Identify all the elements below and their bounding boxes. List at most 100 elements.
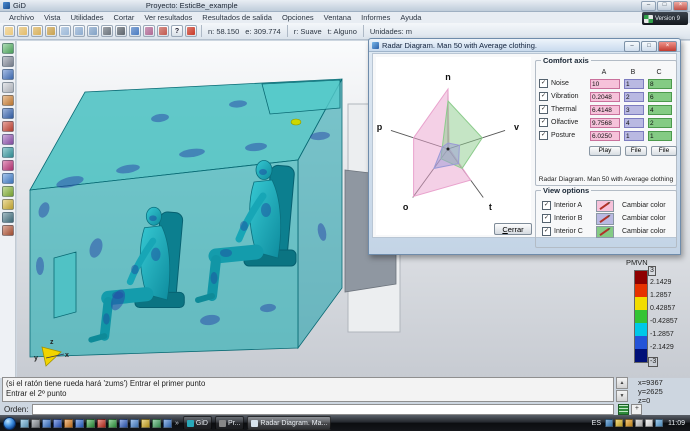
conditions-tool-icon[interactable]: [2, 199, 14, 210]
cerrar-button[interactable]: Cerrar: [494, 223, 532, 235]
quicklaunch-icon[interactable]: [75, 419, 84, 428]
zoom-in-icon[interactable]: [59, 25, 71, 37]
value-cell-a-posture[interactable]: 6.0250: [590, 131, 620, 141]
start-button[interactable]: [3, 417, 16, 430]
value-cell-a-olfactive[interactable]: 9.7568: [590, 118, 620, 128]
value-cell-c-vibration[interactable]: 6: [648, 92, 672, 102]
task-button-pr-[interactable]: Pr...: [215, 416, 244, 430]
quicklaunch-icon[interactable]: [108, 419, 117, 428]
file-button-b[interactable]: File: [625, 146, 647, 156]
tray-icon[interactable]: [605, 419, 613, 427]
quicklaunch-overflow-chevron[interactable]: »: [175, 420, 179, 427]
file-button-c[interactable]: File: [651, 146, 677, 156]
language-indicator[interactable]: ES: [592, 420, 601, 427]
print-icon[interactable]: [115, 25, 127, 37]
value-cell-b-vibration[interactable]: 2: [624, 92, 644, 102]
light-icon[interactable]: [143, 25, 155, 37]
checkbox-noise[interactable]: ✓: [539, 79, 548, 88]
quicklaunch-icon[interactable]: [20, 419, 29, 428]
value-cell-a-thermal[interactable]: 6.4148: [590, 105, 620, 115]
task-button-radar-diagram-ma-[interactable]: Radar Diagram. Ma...: [247, 416, 331, 430]
value-cell-c-noise[interactable]: 8: [648, 79, 672, 89]
menu-item-vista[interactable]: Vista: [39, 13, 66, 22]
menu-item-informes[interactable]: Informes: [356, 13, 395, 22]
materials-tool-icon[interactable]: [2, 186, 14, 197]
tray-icon[interactable]: [635, 419, 643, 427]
quicklaunch-icon[interactable]: [97, 419, 106, 428]
value-cell-a-vibration[interactable]: 0.2048: [590, 92, 620, 102]
checkbox-thermal[interactable]: ✓: [539, 105, 548, 114]
quicklaunch-icon[interactable]: [119, 419, 128, 428]
import-icon[interactable]: [31, 25, 43, 37]
checkbox-interior-b[interactable]: ✓: [542, 214, 551, 223]
scroll-down-button[interactable]: ▼: [616, 390, 628, 402]
cambiar-color-button[interactable]: Cambiar color: [622, 228, 666, 235]
message-area[interactable]: (si el ratón tiene rueda hará 'zums') En…: [2, 377, 614, 402]
delete-tool-icon[interactable]: [2, 121, 14, 132]
tray-icon[interactable]: [625, 419, 633, 427]
tray-icon[interactable]: [655, 419, 663, 427]
value-cell-c-thermal[interactable]: 4: [648, 105, 672, 115]
scroll-up-button[interactable]: ▲: [616, 377, 628, 389]
rotate-tool-icon[interactable]: [2, 69, 14, 80]
checkbox-olfactive[interactable]: ✓: [539, 118, 548, 127]
cambiar-color-button[interactable]: Cambiar color: [622, 215, 666, 222]
rotate-view-icon[interactable]: [129, 25, 141, 37]
zoom-frame-icon[interactable]: [87, 25, 99, 37]
select-tool-icon[interactable]: [2, 56, 14, 67]
tray-icon[interactable]: [645, 419, 653, 427]
tray-icon[interactable]: [615, 419, 623, 427]
zoom-out-icon[interactable]: [73, 25, 85, 37]
layers-tool-icon[interactable]: [2, 173, 14, 184]
play-button-a[interactable]: Play: [589, 146, 621, 156]
menu-item-archivo[interactable]: Archivo: [4, 13, 39, 22]
view-tool-icon[interactable]: [2, 43, 14, 54]
menu-item-opciones[interactable]: Opciones: [277, 13, 319, 22]
dialog-maximize-button[interactable]: □: [641, 41, 657, 52]
value-cell-b-posture[interactable]: 1: [624, 131, 644, 141]
help-icon[interactable]: ?: [171, 25, 183, 37]
open-file-icon[interactable]: [17, 25, 29, 37]
save-icon[interactable]: [45, 25, 57, 37]
dialog-close-button[interactable]: ×: [658, 41, 677, 52]
grid-toggle-icon[interactable]: [618, 404, 629, 415]
contour-tool-icon[interactable]: [2, 225, 14, 236]
menu-item-ayuda[interactable]: Ayuda: [395, 13, 426, 22]
quicklaunch-icon[interactable]: [31, 419, 40, 428]
value-cell-b-noise[interactable]: 1: [624, 79, 644, 89]
surface-tool-icon[interactable]: [2, 134, 14, 145]
value-cell-b-thermal[interactable]: 3: [624, 105, 644, 115]
close-button[interactable]: ×: [673, 1, 688, 11]
quicklaunch-icon[interactable]: [130, 419, 139, 428]
units-readout[interactable]: Unidades: m: [370, 27, 412, 36]
quicklaunch-icon[interactable]: [152, 419, 161, 428]
quicklaunch-icon[interactable]: [141, 419, 150, 428]
layers-icon[interactable]: [157, 25, 169, 37]
dialog-minimize-button[interactable]: –: [624, 41, 640, 52]
expand-button[interactable]: +: [631, 404, 642, 415]
value-cell-a-noise[interactable]: 10: [590, 79, 620, 89]
quicklaunch-icon[interactable]: [64, 419, 73, 428]
menu-item-ventana[interactable]: Ventana: [319, 13, 357, 22]
quicklaunch-icon[interactable]: [53, 419, 62, 428]
redo-icon[interactable]: [185, 25, 197, 37]
mesh-tool-icon[interactable]: [2, 160, 14, 171]
menu-item-cortar[interactable]: Cortar: [109, 13, 140, 22]
line-tool-icon[interactable]: [2, 108, 14, 119]
snapshot-icon[interactable]: [101, 25, 113, 37]
menu-item-utilidades[interactable]: Utilidades: [66, 13, 109, 22]
menu-item-ver-resultados[interactable]: Ver resultados: [139, 13, 197, 22]
results-tool-icon[interactable]: [2, 212, 14, 223]
volume-tool-icon[interactable]: [2, 147, 14, 158]
checkbox-vibration[interactable]: ✓: [539, 92, 548, 101]
quicklaunch-icon[interactable]: [42, 419, 51, 428]
checkbox-posture[interactable]: ✓: [539, 131, 548, 140]
value-cell-c-posture[interactable]: 1: [648, 131, 672, 141]
command-input[interactable]: [32, 404, 614, 415]
value-cell-b-olfactive[interactable]: 4: [624, 118, 644, 128]
new-file-icon[interactable]: [3, 25, 15, 37]
maximize-button[interactable]: □: [657, 1, 672, 11]
checkbox-interior-a[interactable]: ✓: [542, 201, 551, 210]
zoom-tool-icon[interactable]: [2, 95, 14, 106]
checkbox-interior-c[interactable]: ✓: [542, 227, 551, 236]
